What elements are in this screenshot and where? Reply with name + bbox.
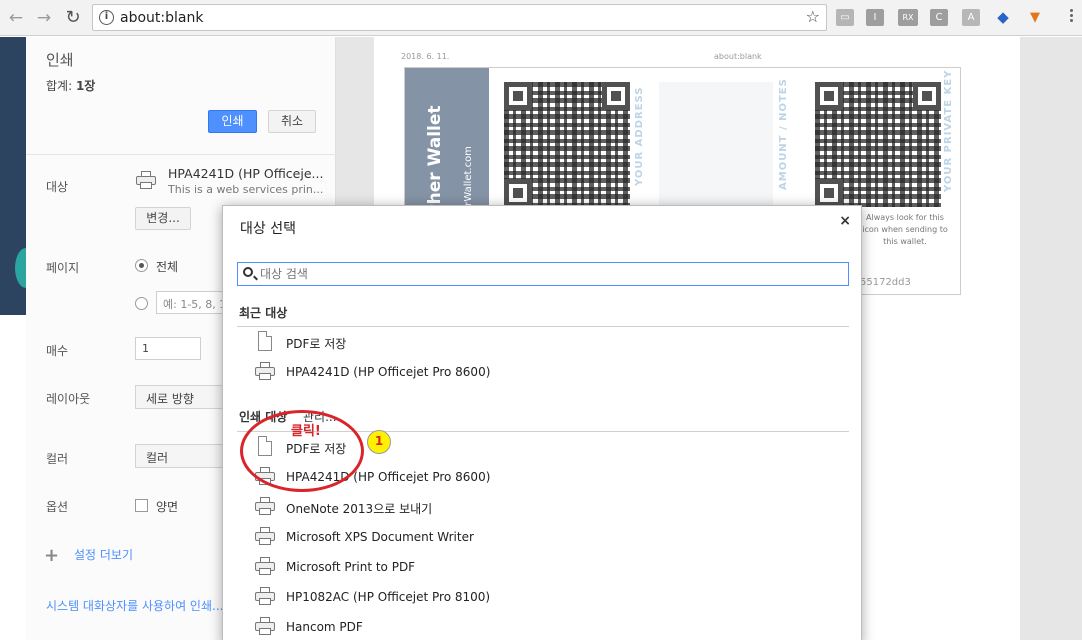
list-item-label: HP1082AC (HP Officejet Pro 8100) [286,590,491,604]
preview-url: about:blank [714,52,762,61]
total-pages: 합계: 1장 [46,77,95,94]
list-item-label: OneNote 2013으로 보내기 [286,502,433,516]
extension-rx-icon[interactable]: RX [898,9,918,26]
dialog-title: 대상 선택 [240,221,296,237]
printer-icon [255,586,275,608]
divider [26,154,336,155]
menu-icon[interactable] [1070,9,1074,24]
destination-search-input[interactable] [260,265,840,283]
printer-icon [136,170,156,190]
printer-icon [255,526,275,548]
back-icon[interactable]: ← [6,8,26,28]
pages-all-label: 전체 [156,260,179,274]
preview-date: 2018. 6. 11. [401,52,450,61]
search-icon [243,267,253,277]
cast-icon[interactable]: ▭ [836,9,854,26]
list-item-label: Hancom PDF [286,620,363,634]
list-item-label: Microsoft XPS Document Writer [286,530,474,544]
color-label: 컬러 [46,452,69,466]
list-item-label: Microsoft Print to PDF [286,560,416,574]
destination-subtitle: This is a web services prin... [168,183,324,196]
list-item-label: HPA4241D (HP Officejet Pro 8600) [286,365,491,379]
recent-item-save-pdf[interactable]: PDF로 저장 [255,330,845,356]
plus-icon[interactable]: + [44,545,59,566]
forward-icon[interactable]: → [34,8,54,28]
pages-custom-radio[interactable] [135,297,148,310]
bookmark-star-icon[interactable]: ☆ [806,7,820,26]
copies-label: 매수 [46,344,69,358]
metamask-fox-icon[interactable]: ▼ [1026,9,1044,26]
amount-notes-label: AMOUNT / NOTES [778,78,789,190]
destination-search[interactable] [237,262,849,286]
pages-all-radio[interactable] [135,259,148,272]
total-value: 1장 [75,79,96,93]
copies-input[interactable]: 1 [135,337,201,360]
close-icon[interactable]: × [839,213,851,229]
always-look-note: Always look for this icon when sending t… [862,213,948,246]
system-dialog-link[interactable]: 시스템 대화상자를 사용하여 인쇄... [46,597,223,614]
extension-i-icon[interactable]: I [866,9,884,26]
destination-xps-writer[interactable]: Microsoft XPS Document Writer [255,525,845,551]
info-icon[interactable]: i [99,10,114,25]
pages-label: 페이지 [46,261,80,275]
printer-icon [255,496,275,518]
printer-icon [255,616,275,638]
total-label: 합계: [46,79,73,93]
address-qr-code [504,82,630,207]
destination-ms-print-pdf[interactable]: Microsoft Print to PDF [255,555,845,581]
recent-destinations-header: 최근 대상 [239,306,288,320]
destination-hancom-pdf[interactable]: Hancom PDF [255,615,845,640]
cancel-button[interactable]: 취소 [268,110,316,133]
notes-area [659,82,773,208]
more-settings-link[interactable]: 설정 더보기 [74,546,133,563]
duplex-label: 양면 [156,500,179,514]
annotation-click-text: 클릭! [291,424,321,439]
printer-icon [255,361,275,383]
destination-onenote[interactable]: OneNote 2013으로 보내기 [255,495,845,521]
options-label: 옵션 [46,500,69,514]
your-address-label: YOUR ADDRESS [634,86,645,186]
address-text[interactable]: about:blank [120,10,203,26]
color-select[interactable]: 컬러 [135,444,223,468]
divider [237,326,849,327]
printer-icon [255,556,275,578]
acrobat-icon[interactable]: A [962,9,980,26]
extension-c-icon[interactable]: C [930,9,948,26]
recent-item-hpa4241d[interactable]: HPA4241D (HP Officejet Pro 8600) [255,360,845,386]
destination-label: 대상 [46,180,69,194]
browser-toolbar: ← → ↻ i about:blank ☆ ▭ I RX C A ◆ ▼ [0,0,1082,36]
reload-icon[interactable]: ↻ [63,8,83,28]
annotation-step-badge: 1 [367,430,391,454]
change-destination-button[interactable]: 변경... [135,207,191,230]
private-key-fragment: 55172dd3 [860,277,911,288]
destination-name: HPA4241D (HP Officeje... [168,166,324,181]
list-item-label: PDF로 저장 [286,337,347,351]
pages-custom-input[interactable]: 예: 1-5, 8, 11-13 [156,291,226,314]
address-bar[interactable]: i about:blank ☆ [92,4,827,31]
print-button[interactable]: 인쇄 [208,110,257,133]
print-title: 인쇄 [46,51,74,69]
layout-select[interactable]: 세로 방향 [135,385,223,409]
private-key-qr-code [815,82,941,207]
file-icon [255,331,275,353]
ethereum-icon[interactable]: ◆ [994,9,1012,26]
destination-hp1082ac[interactable]: HP1082AC (HP Officejet Pro 8100) [255,585,845,611]
layout-label: 레이아웃 [46,392,91,406]
your-private-key-label: YOUR PRIVATE KEY [943,69,954,192]
duplex-checkbox[interactable] [135,499,148,512]
